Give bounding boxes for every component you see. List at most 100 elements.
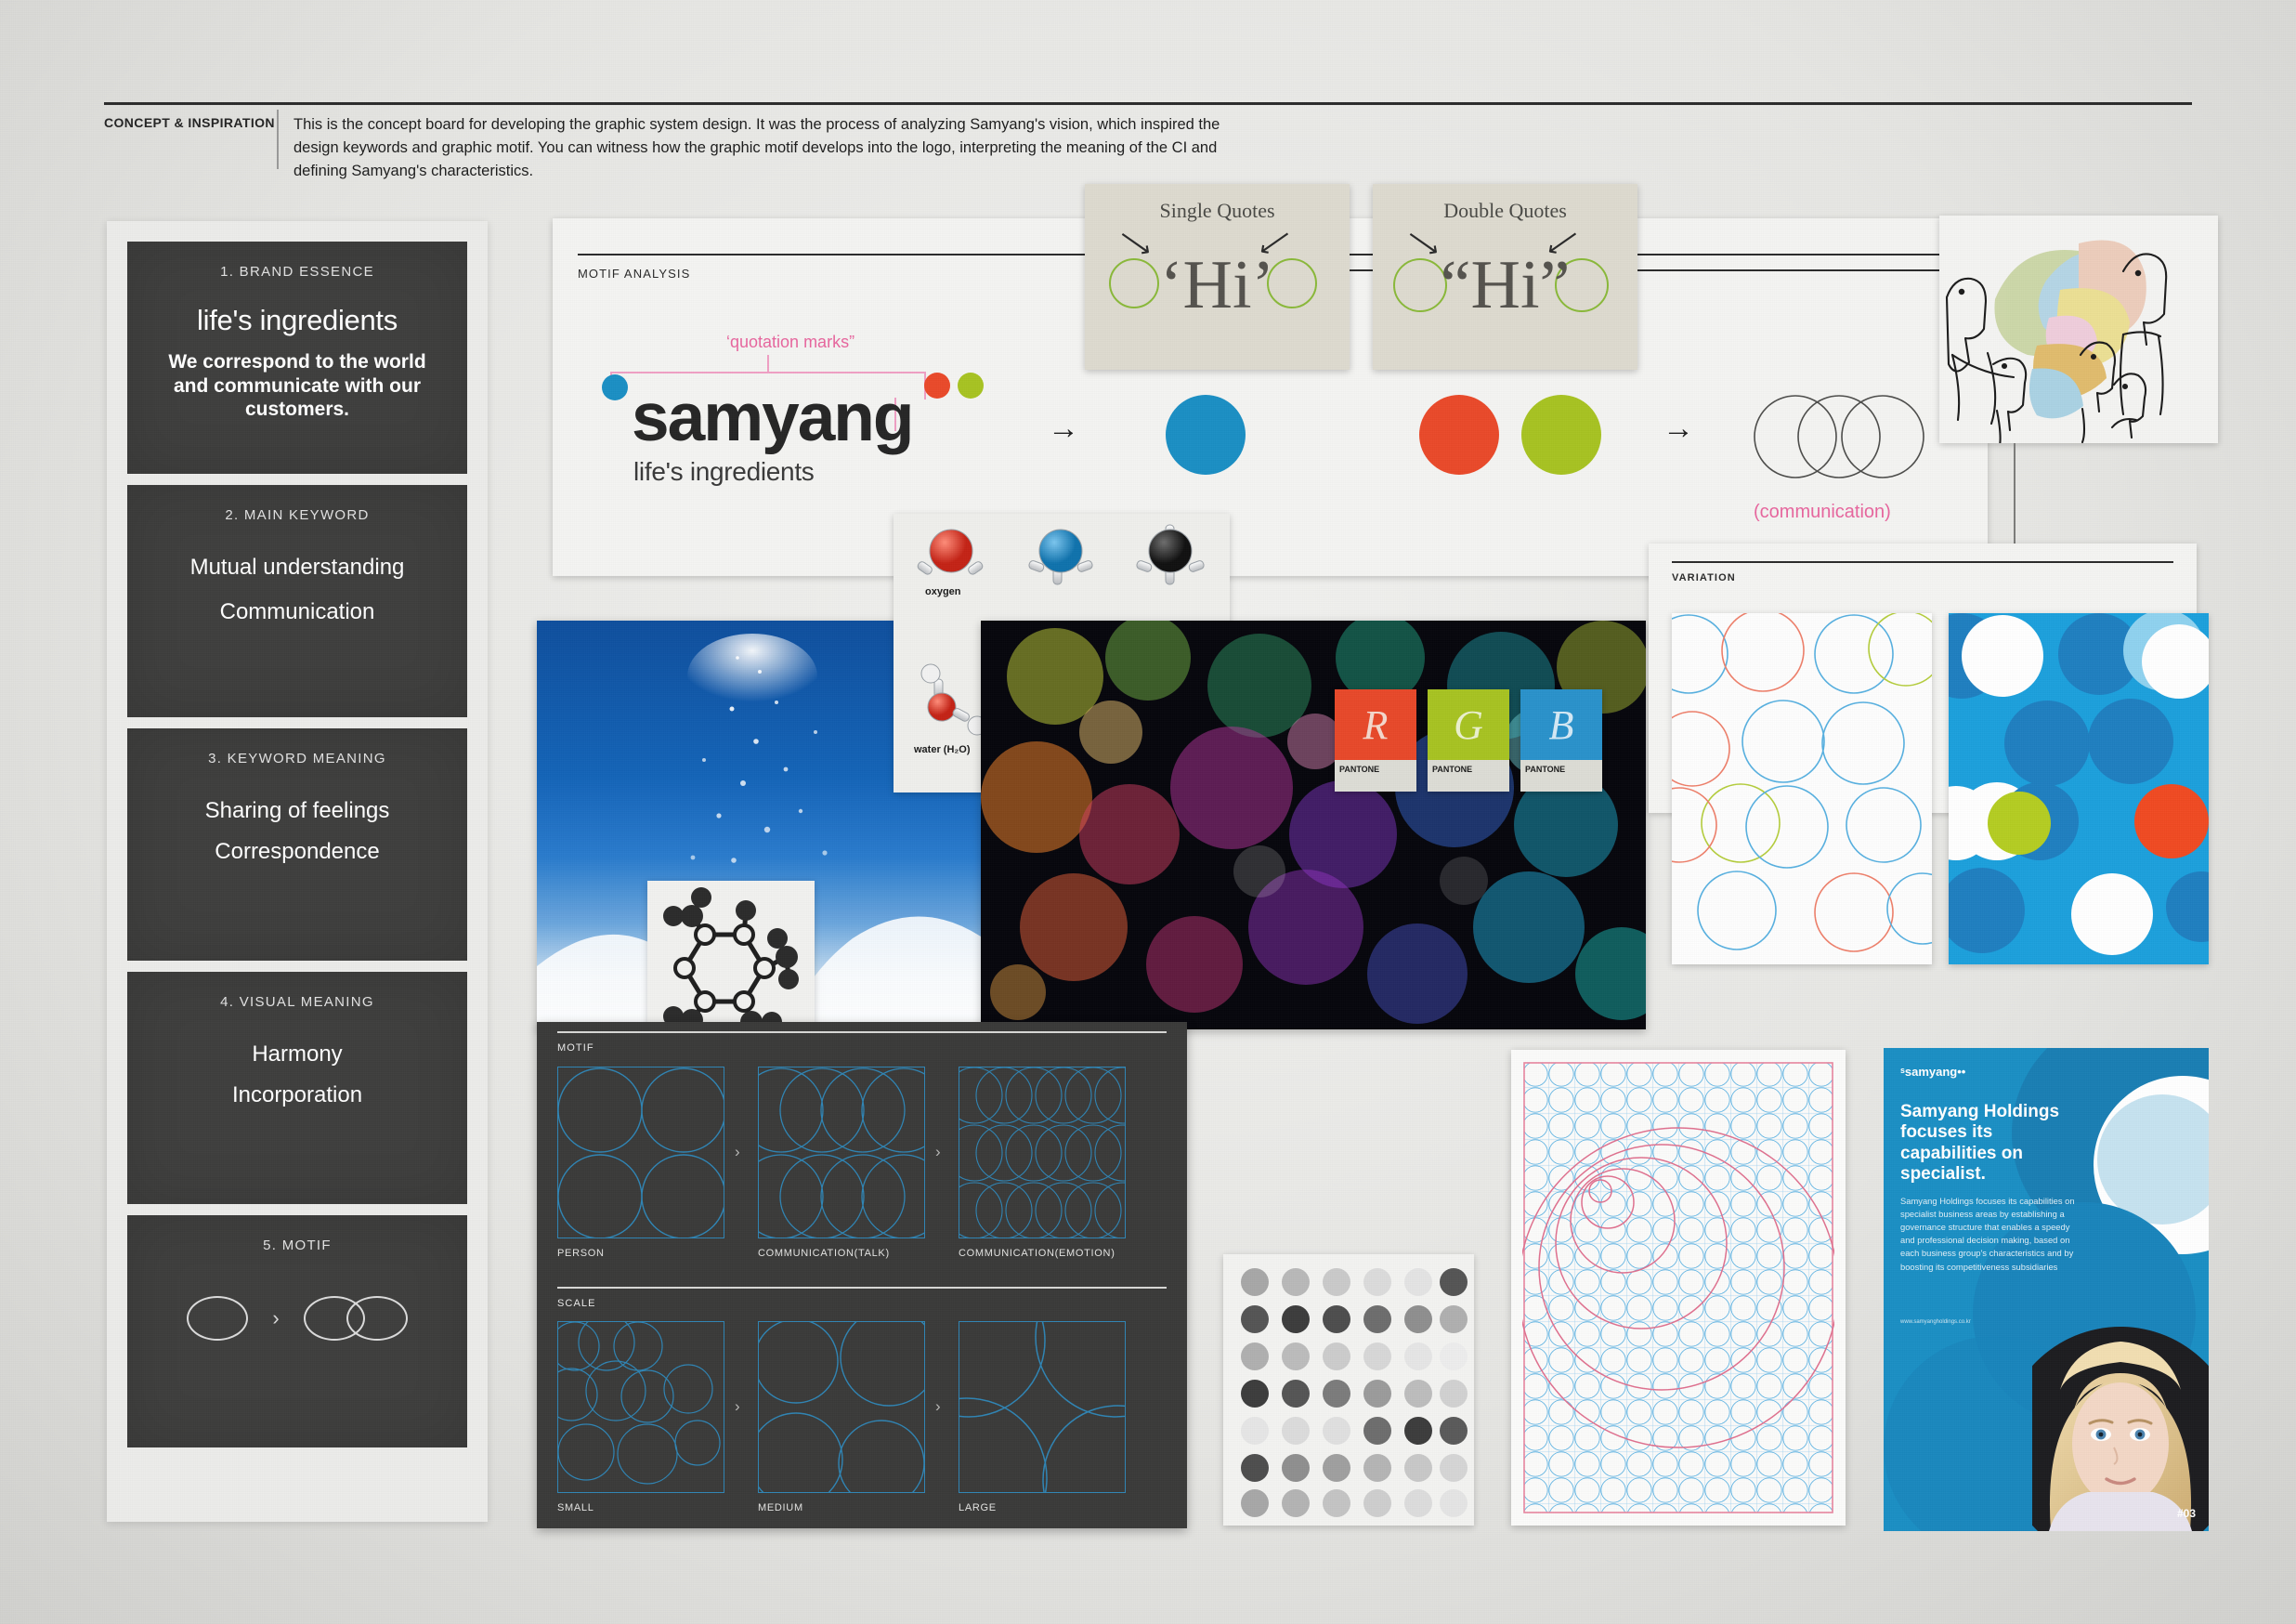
blueprint-construction-card [1511, 1050, 1846, 1526]
pantone-letter: R [1363, 701, 1389, 748]
motif-tile-talk-svg [759, 1067, 924, 1238]
motif-diagram: › [127, 1296, 467, 1341]
double-quotes-glyph: “Hi” [1373, 251, 1637, 320]
logo-tagline: life's ingredients [633, 457, 815, 487]
pantone-card-r: R PANTONE [1335, 689, 1416, 792]
motif-tile-person-svg [558, 1067, 724, 1238]
scale-caption-medium: MEDIUM [758, 1502, 803, 1513]
brochure-url: www.samyangholdings.co.kr [1900, 1319, 1971, 1325]
people-illustration-card [1939, 216, 2218, 443]
logo-wordmark: samyang [632, 380, 914, 455]
panel-number: 4. VISUAL MEANING [220, 994, 374, 1010]
scale-tile-medium-svg [759, 1322, 924, 1492]
samyang-logo: samyang life's ingredients [602, 373, 984, 487]
brochure-photo [2032, 1288, 2209, 1531]
panel-number: 5. MOTIF [263, 1238, 332, 1253]
panel-line-2: Incorporation [231, 1082, 363, 1107]
people-card-connector [2014, 443, 2016, 545]
oxygen-label: oxygen [925, 586, 961, 597]
color-dot-blue [1166, 395, 1246, 475]
communication-circles-svg [1754, 395, 1924, 478]
scale-chevron-1: › [735, 1397, 740, 1415]
motif-single-circle [187, 1296, 249, 1341]
open-quote: ‘ [1159, 247, 1183, 323]
panel-number: 3. KEYWORD MEANING [208, 751, 386, 766]
blueprint-svg [1518, 1062, 1839, 1513]
motif-scale-board: MOTIF › › PERSON COMMUNICATION(TALK) COM… [537, 1022, 1187, 1528]
brochure-body: Samyang Holdings focuses its capabilitie… [1900, 1196, 2075, 1272]
motif-caption-person: PERSON [557, 1248, 605, 1259]
keyword-rail: 1. BRAND ESSENCE life's ingredients We c… [107, 221, 488, 1522]
close-quote: ” [1539, 247, 1571, 323]
scale-chevron-2: › [935, 1397, 941, 1415]
flow-arrow-1: → [1048, 411, 1079, 446]
brochure-card: ˢsamyang•• Samyang Holdings focuses its … [1884, 1048, 2209, 1531]
communication-circles [1751, 390, 1955, 483]
double-quotes-card: Double Quotes ⟶ ⟶ “Hi” [1373, 184, 1637, 370]
scale-tile-small [557, 1321, 724, 1493]
panel-keyword-meaning: 3. KEYWORD MEANING Sharing of feelings C… [127, 728, 467, 961]
variation-poster-outline [1672, 613, 1932, 964]
panel-number: 1. BRAND ESSENCE [220, 264, 374, 280]
single-quotes-card: Single Quotes ⟶ ⟶ ‘Hi’ [1085, 184, 1350, 370]
pantone-label: PANTONE [1525, 765, 1566, 774]
motif-tile-emotion [959, 1067, 1126, 1238]
variation-outline-svg [1672, 613, 1932, 952]
grayscale-dot-grid-card [1223, 1254, 1474, 1526]
quote-connector-2 [1637, 269, 1963, 271]
motif-section-rule [557, 1031, 1167, 1033]
motif-tile-person [557, 1067, 724, 1238]
brochure-page-number: #03 [2176, 1507, 2196, 1520]
logo-dot-green [958, 373, 984, 399]
pantone-letter: B [1548, 701, 1574, 748]
header-label: CONCEPT & INSPIRATION [104, 115, 275, 130]
single-quotes-title: Single Quotes [1159, 199, 1275, 222]
panel-headline: life's ingredients [197, 304, 398, 336]
water-label: water (H₂O) [914, 744, 971, 755]
scale-caption-large: LARGE [959, 1502, 997, 1513]
motif-chevron: › [272, 1306, 280, 1329]
people-illustration-svg [1945, 240, 2168, 443]
panel-line-1: Sharing of feelings [204, 798, 390, 823]
scale-tile-medium [758, 1321, 925, 1493]
color-dot-red [1419, 395, 1499, 475]
color-dot-green [1521, 395, 1601, 475]
motif-analysis-label: MOTIF ANALYSIS [578, 267, 691, 281]
close-quote: ’ [1251, 247, 1275, 323]
panel-number: 2. MAIN KEYWORD [225, 507, 370, 523]
hi-text: Hi [1182, 247, 1252, 323]
pantone-card-g: G PANTONE [1428, 689, 1509, 792]
pantone-swatch: G [1428, 689, 1509, 760]
pantone-swatch: R [1335, 689, 1416, 760]
motif-chevron-2: › [935, 1143, 941, 1160]
variation-filled-svg [1949, 613, 2209, 964]
header-rule [104, 102, 2192, 105]
brochure-logo: ˢsamyang•• [1900, 1065, 1966, 1079]
panel-main-keyword: 2. MAIN KEYWORD Mutual understanding Com… [127, 485, 467, 717]
quote-connector-1 [1350, 269, 1373, 271]
pantone-label: PANTONE [1432, 765, 1473, 774]
motif-caption-talk: COMMUNICATION(TALK) [758, 1248, 890, 1259]
scale-caption-small: SMALL [557, 1502, 594, 1513]
pantone-label: PANTONE [1339, 765, 1380, 774]
flow-arrow-2: → [1663, 411, 1694, 446]
panel-brand-essence: 1. BRAND ESSENCE life's ingredients We c… [127, 242, 467, 474]
logo-dot-blue [602, 374, 628, 400]
pantone-letter: G [1454, 701, 1483, 748]
variation-poster-filled [1949, 613, 2209, 964]
panel-visual-meaning: 4. VISUAL MEANING Harmony Incorporation [127, 972, 467, 1204]
motif-caption-emotion: COMMUNICATION(EMOTION) [959, 1248, 1115, 1259]
grayscale-dot-grid-svg [1241, 1268, 1468, 1517]
panel-line-2: Correspondence [215, 839, 380, 864]
bokeh-svg [981, 621, 1646, 1029]
single-quotes-glyph: ‘Hi’ [1085, 251, 1350, 320]
variation-label: VARIATION [1672, 572, 1736, 583]
pantone-card-b: B PANTONE [1520, 689, 1602, 792]
scale-tile-small-svg [558, 1322, 721, 1485]
logo-dot-red [924, 373, 950, 399]
hi-text: Hi [1470, 247, 1540, 323]
motif-chevron-1: › [735, 1143, 740, 1160]
header-divider [277, 110, 279, 169]
motif-overlap-circles [303, 1296, 408, 1341]
motif-tile-emotion-svg [959, 1067, 1125, 1238]
